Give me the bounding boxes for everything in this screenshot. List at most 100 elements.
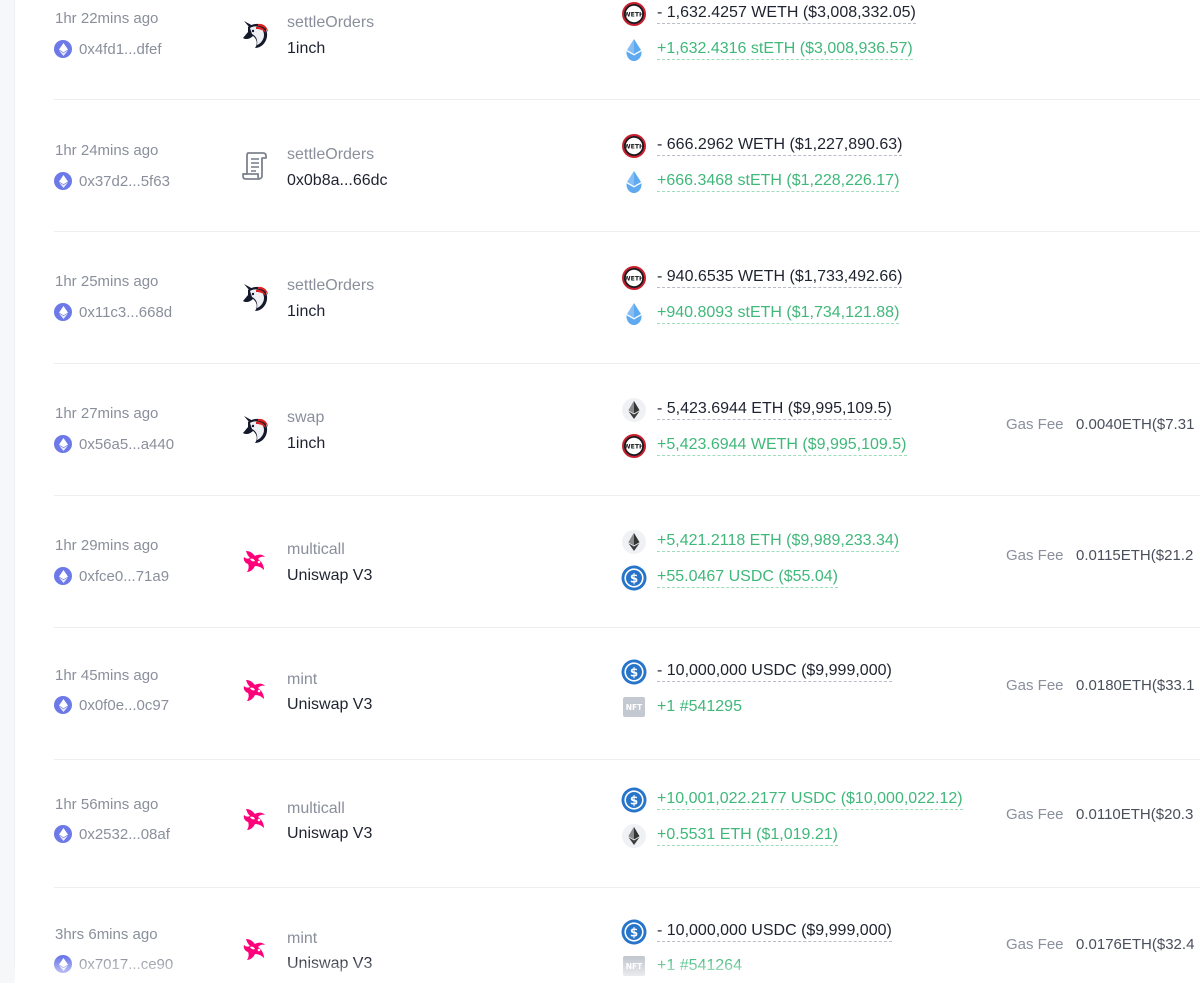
token-amount[interactable]: - 666.2962 WETH ($1,227,890.63) — [657, 136, 903, 156]
transaction-row[interactable]: 1hr 24mins ago 0x37d2...5f63 settleOrder… — [54, 100, 1200, 232]
transaction-row[interactable]: 1hr 27mins ago 0x56a5...a440 swap 1inch … — [54, 364, 1200, 496]
ethereum-chain-icon — [54, 435, 72, 453]
token-amount[interactable]: +5,423.6944 WETH ($9,995,109.5) — [657, 436, 907, 456]
tx-method: settleOrders — [287, 277, 375, 294]
nft-amount[interactable]: +1 #541295 — [657, 698, 742, 717]
tx-time: 3hrs 6mins ago — [55, 926, 158, 943]
tx-method: multicall — [287, 800, 345, 817]
svg-text:$: $ — [630, 571, 638, 585]
tx-time: 1hr 27mins ago — [55, 405, 159, 422]
uniswap-unicorn-icon — [235, 929, 275, 969]
token-amount[interactable]: +55.0467 USDC ($55.04) — [657, 568, 838, 588]
transaction-row[interactable]: 1hr 45mins ago 0x0f0e...0c97 mint Uniswa… — [54, 628, 1200, 760]
weth-icon: WETH — [621, 1, 647, 27]
tx-protocol[interactable]: 1inch — [287, 40, 325, 58]
token-transfer-in: +666.3468 stETH ($1,228,226.17) — [621, 169, 900, 195]
token-amount[interactable]: - 5,423.6944 ETH ($9,995,109.5) — [657, 400, 892, 420]
oneinch-unicorn-icon — [235, 277, 275, 317]
gas-fee-label: Gas Fee — [1006, 936, 1064, 953]
oneinch-unicorn-icon — [235, 409, 275, 449]
ethereum-chain-icon — [54, 567, 72, 585]
svg-text:WETH: WETH — [624, 276, 644, 283]
token-amount[interactable]: - 940.6535 WETH ($1,733,492.66) — [657, 268, 903, 288]
left-panel-edge — [0, 0, 15, 983]
tx-time: 1hr 24mins ago — [55, 142, 159, 159]
token-transfer-out: - 5,423.6944 ETH ($9,995,109.5) — [621, 397, 892, 423]
tx-hash-line: 0x7017...ce90 — [54, 955, 173, 973]
tx-protocol[interactable]: 1inch — [287, 435, 325, 453]
tx-hash-line: 0x2532...08af — [54, 825, 170, 843]
tx-protocol[interactable]: 0x0b8a...66dc — [287, 172, 388, 190]
gas-fee-value: 0.0040ETH($7.31 — [1076, 416, 1195, 433]
tx-time: 1hr 22mins ago — [55, 10, 159, 27]
tx-protocol[interactable]: Uniswap V3 — [287, 696, 372, 714]
tx-hash-line: 0xfce0...71a9 — [54, 567, 169, 585]
token-amount[interactable]: +940.8093 stETH ($1,734,121.88) — [657, 304, 900, 324]
token-amount[interactable]: - 1,632.4257 WETH ($3,008,332.05) — [657, 4, 916, 24]
steth-icon — [621, 37, 647, 63]
token-amount[interactable]: +1,632.4316 stETH ($3,008,936.57) — [657, 40, 913, 60]
svg-text:NFT: NFT — [626, 962, 643, 971]
token-transfer-out: WETH - 940.6535 WETH ($1,733,492.66) — [621, 265, 903, 291]
token-amount[interactable]: +10,001,022.2177 USDC ($10,000,022.12) — [657, 790, 963, 810]
tx-hash-link[interactable]: 0x11c3...668d — [79, 304, 172, 321]
tx-hash-link[interactable]: 0x4fd1...dfef — [79, 41, 162, 58]
gas-fee-value: 0.0180ETH($33.1 — [1076, 677, 1195, 694]
ethereum-chain-icon — [54, 825, 72, 843]
tx-method: settleOrders — [287, 146, 375, 163]
tx-protocol[interactable]: Uniswap V3 — [287, 825, 372, 843]
steth-icon — [621, 301, 647, 327]
weth-icon: WETH — [621, 133, 647, 159]
tx-time: 1hr 56mins ago — [55, 796, 159, 813]
tx-hash-link[interactable]: 0x37d2...5f63 — [79, 173, 170, 190]
token-amount[interactable]: +666.3468 stETH ($1,228,226.17) — [657, 172, 900, 192]
eth-icon — [621, 823, 647, 849]
token-transfer-out: $ - 10,000,000 USDC ($9,999,000) — [621, 659, 892, 685]
weth-icon: WETH — [621, 265, 647, 291]
token-amount[interactable]: +0.5531 ETH ($1,019.21) — [657, 826, 839, 846]
token-transfer-in: +1,632.4316 stETH ($3,008,936.57) — [621, 37, 913, 63]
svg-text:$: $ — [630, 665, 638, 679]
transaction-row[interactable]: 1hr 25mins ago 0x11c3...668d settleOrder… — [54, 232, 1200, 364]
tx-protocol[interactable]: 1inch — [287, 303, 325, 321]
transaction-row[interactable]: 3hrs 6mins ago 0x7017...ce90 mint Uniswa… — [54, 886, 1200, 983]
ethereum-chain-icon — [54, 303, 72, 321]
tx-hash-line: 0x56a5...a440 — [54, 435, 174, 453]
nft-icon: NFT — [621, 953, 647, 979]
token-transfer-in: NFT +1 #541264 — [621, 953, 742, 979]
transaction-list: 1hr 22mins ago 0x4fd1...dfef settleOrder… — [14, 0, 1200, 983]
usdc-icon: $ — [621, 565, 647, 591]
token-transfer-in: NFT +1 #541295 — [621, 694, 742, 720]
ethereum-chain-icon — [54, 955, 72, 973]
nft-icon: NFT — [621, 694, 647, 720]
tx-hash-link[interactable]: 0x7017...ce90 — [79, 956, 173, 973]
token-transfer-in: +0.5531 ETH ($1,019.21) — [621, 823, 839, 849]
tx-hash-link[interactable]: 0xfce0...71a9 — [79, 568, 169, 585]
token-amount[interactable]: - 10,000,000 USDC ($9,999,000) — [657, 922, 892, 942]
weth-icon: WETH — [621, 433, 647, 459]
usdc-icon: $ — [621, 787, 647, 813]
token-amount[interactable]: +5,421.2118 ETH ($9,989,233.34) — [657, 532, 900, 552]
uniswap-unicorn-icon — [235, 799, 275, 839]
transaction-row[interactable]: 1hr 56mins ago 0x2532...08af multicall U… — [54, 756, 1200, 888]
gas-fee-value: 0.0110ETH($20.3 — [1076, 806, 1194, 823]
usdc-icon: $ — [621, 659, 647, 685]
transaction-row[interactable]: 1hr 22mins ago 0x4fd1...dfef settleOrder… — [54, 0, 1200, 100]
token-amount[interactable]: - 10,000,000 USDC ($9,999,000) — [657, 662, 892, 682]
transaction-row[interactable]: 1hr 29mins ago 0xfce0...71a9 multicall U… — [54, 496, 1200, 628]
gas-fee-label: Gas Fee — [1006, 806, 1064, 823]
tx-hash-line: 0x0f0e...0c97 — [54, 696, 169, 714]
tx-method: swap — [287, 409, 325, 426]
nft-amount[interactable]: +1 #541264 — [657, 957, 742, 976]
eth-icon — [621, 397, 647, 423]
token-transfer-out: WETH - 1,632.4257 WETH ($3,008,332.05) — [621, 1, 916, 27]
tx-protocol[interactable]: Uniswap V3 — [287, 567, 372, 585]
tx-hash-link[interactable]: 0x2532...08af — [79, 826, 170, 843]
tx-hash-line: 0x4fd1...dfef — [54, 40, 162, 58]
tx-hash-link[interactable]: 0x56a5...a440 — [79, 436, 174, 453]
tx-protocol[interactable]: Uniswap V3 — [287, 955, 372, 973]
uniswap-unicorn-icon — [235, 670, 275, 710]
tx-hash-link[interactable]: 0x0f0e...0c97 — [79, 697, 169, 714]
contract-scroll-icon — [235, 146, 275, 186]
gas-fee-label: Gas Fee — [1006, 416, 1064, 433]
